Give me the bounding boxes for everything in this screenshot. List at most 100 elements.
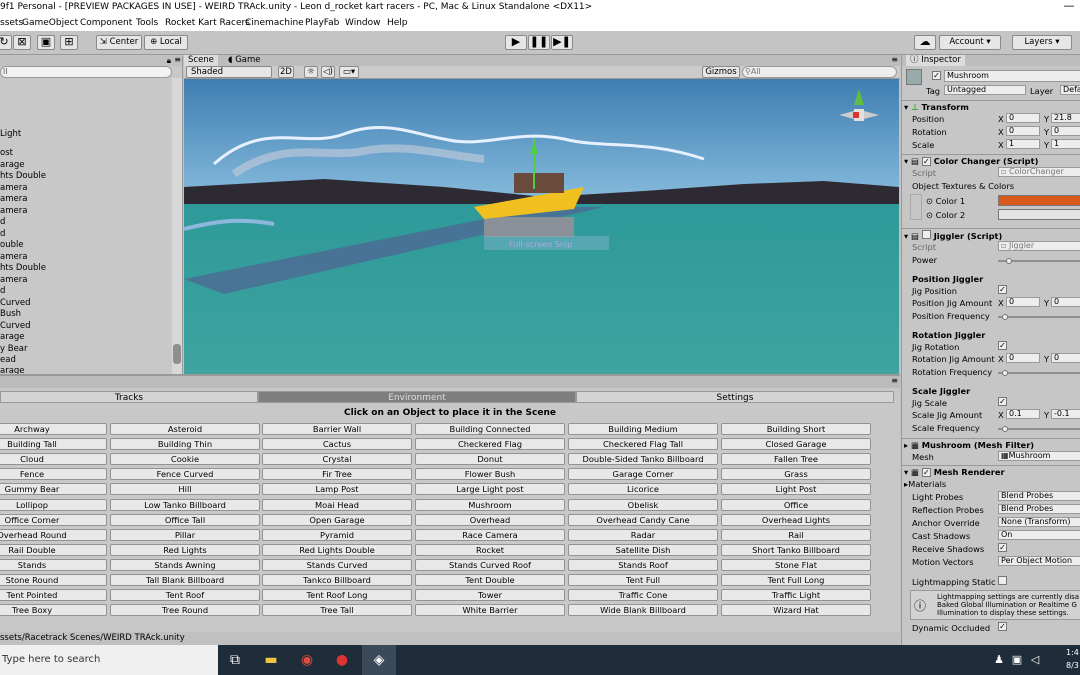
scale-tool-icon[interactable]: ⊠ xyxy=(13,35,31,50)
pivot-local-button[interactable]: ⊕ Local xyxy=(144,35,188,50)
play-button[interactable]: ▶ xyxy=(505,35,527,50)
lightmap-static-checkbox[interactable] xyxy=(998,576,1007,585)
hierarchy-item[interactable]: amera xyxy=(0,275,27,285)
rotation-y-field[interactable]: 0 xyxy=(1051,126,1080,136)
scale-x-field[interactable]: 1 xyxy=(1006,139,1040,149)
color-changer-script-field[interactable]: ▫ ColorChanger xyxy=(998,167,1080,177)
object-button[interactable]: Tent Pointed xyxy=(0,589,107,602)
menu-lines-icon[interactable]: ≡ xyxy=(174,56,181,64)
object-button[interactable]: Wizard Hat xyxy=(721,604,871,617)
layers-dropdown[interactable]: Layers ▾ xyxy=(1012,35,1072,50)
person-icon[interactable]: ♟ xyxy=(992,645,1006,675)
rotation-frequency-slider[interactable] xyxy=(998,372,1080,374)
menu-window[interactable]: Window xyxy=(345,18,381,28)
object-button[interactable]: Traffic Light xyxy=(721,589,871,602)
jiggler-enabled-checkbox[interactable] xyxy=(921,230,931,239)
speaker-icon[interactable]: ◁ xyxy=(1028,645,1042,675)
dynamic-occluded-checkbox[interactable]: ✓ xyxy=(998,622,1007,631)
hierarchy-item[interactable]: amera xyxy=(0,183,27,193)
object-button[interactable]: Double-Sided Tanko Billboard xyxy=(568,453,718,466)
color-changer-header[interactable]: ▾ ▤ ✓ Color Changer (Script) xyxy=(904,156,1038,166)
file-explorer-icon[interactable]: ▬ xyxy=(254,645,288,675)
object-button[interactable]: Rocket xyxy=(415,543,565,556)
mesh-renderer-enabled-checkbox[interactable]: ✓ xyxy=(921,468,931,477)
rotation-jig-amount-y[interactable]: 0 xyxy=(1051,353,1080,363)
object-button[interactable]: Checkered Flag xyxy=(415,438,565,451)
menu-assets[interactable]: ssets xyxy=(0,18,23,28)
menu-gameobject[interactable]: GameObject xyxy=(22,18,78,28)
object-button[interactable]: Pyramid xyxy=(262,528,412,541)
color-changer-enabled-checkbox[interactable]: ✓ xyxy=(921,157,931,166)
object-button[interactable]: Rail Double xyxy=(0,543,107,556)
object-button[interactable]: Building Short xyxy=(721,423,871,435)
object-button[interactable]: Fir Tree xyxy=(262,468,412,481)
object-button[interactable]: Fence xyxy=(0,468,107,481)
object-button[interactable]: Building Connected xyxy=(415,423,565,435)
jig-position-checkbox[interactable]: ✓ xyxy=(998,285,1007,294)
object-button[interactable]: Obelisk xyxy=(568,498,718,511)
object-button[interactable]: Cloud xyxy=(0,453,107,466)
object-button[interactable]: Fallen Tree xyxy=(721,453,871,466)
task-view-icon[interactable]: ⧉ xyxy=(218,645,252,675)
color2-swatch[interactable] xyxy=(998,209,1080,220)
lighting-toggle-icon[interactable]: ☼ xyxy=(304,66,318,78)
object-button[interactable]: Light Post xyxy=(721,483,871,496)
object-button[interactable]: Donut xyxy=(415,453,565,466)
2d-toggle[interactable]: 2D xyxy=(278,66,294,78)
object-button[interactable]: Flower Bush xyxy=(415,468,565,481)
object-button[interactable]: Stands xyxy=(0,558,107,571)
object-button[interactable]: Pillar xyxy=(110,528,260,541)
hierarchy-item[interactable]: arage xyxy=(0,160,25,170)
hierarchy-item[interactable]: ouble xyxy=(0,240,24,250)
hierarchy-scroll-thumb[interactable] xyxy=(173,344,181,364)
scene-tab-menu-icon[interactable]: ≡ xyxy=(891,55,898,64)
hierarchy-item[interactable]: Curved xyxy=(0,298,30,308)
hierarchy-item[interactable]: hts Double xyxy=(0,171,46,181)
network-icon[interactable]: ▣ xyxy=(1010,645,1024,675)
cast-shadows-dropdown[interactable]: On xyxy=(998,530,1080,540)
object-button[interactable]: Office Corner xyxy=(0,513,107,526)
scale-frequency-slider[interactable] xyxy=(998,428,1080,430)
hierarchy-item[interactable]: d xyxy=(0,229,5,239)
object-button[interactable]: Lamp Post xyxy=(262,483,412,496)
object-button[interactable]: Large Light post xyxy=(415,483,565,496)
object-button[interactable]: Tent Full xyxy=(568,574,718,586)
position-jig-amount-x[interactable]: 0 xyxy=(1006,297,1040,307)
object-button[interactable]: Garage Corner xyxy=(568,468,718,481)
anchor-override-field[interactable]: None (Transform) xyxy=(998,517,1080,527)
object-button[interactable]: Gummy Bear xyxy=(0,483,107,496)
object-button[interactable]: Tree Boxy xyxy=(0,604,107,617)
jiggler-script-field[interactable]: ▫ Jiggler xyxy=(998,241,1080,251)
object-button[interactable]: Checkered Flag Tall xyxy=(568,438,718,451)
jig-scale-checkbox[interactable]: ✓ xyxy=(998,397,1007,406)
object-button[interactable]: Lollipop xyxy=(0,498,107,511)
object-button[interactable]: Barrier Wall xyxy=(262,423,412,435)
menu-cinemachine[interactable]: Cinemachine xyxy=(245,18,304,28)
hierarchy-item[interactable]: amera xyxy=(0,206,27,216)
object-button[interactable]: Fence Curved xyxy=(110,468,260,481)
scale-y-field[interactable]: 1 xyxy=(1051,139,1080,149)
clock-time[interactable]: 1:4 xyxy=(1066,648,1079,657)
rect-tool-icon[interactable]: ▣ xyxy=(37,35,55,50)
object-button[interactable]: Archway xyxy=(0,423,107,435)
tab-settings[interactable]: Settings xyxy=(576,391,894,403)
object-button[interactable]: Building Thin xyxy=(110,438,260,451)
hierarchy-item[interactable]: y Bear xyxy=(0,344,28,354)
rotation-frequency-knob[interactable] xyxy=(1002,370,1008,376)
object-button[interactable]: Closed Garage xyxy=(721,438,871,451)
rotate-tool-icon[interactable]: ↻ xyxy=(0,35,12,50)
object-button[interactable]: Tent Roof xyxy=(110,589,260,602)
tab-inspector[interactable]: ⓘ Inspector xyxy=(906,55,965,66)
hierarchy-item[interactable]: amera xyxy=(0,194,27,204)
position-y-field[interactable]: 21.8 xyxy=(1051,113,1080,123)
mesh-filter-header[interactable]: ▸ ▦ Mushroom (Mesh Filter) xyxy=(904,440,1034,450)
scene-viewport[interactable]: Full-screen Snip xyxy=(184,79,899,374)
object-button[interactable]: Race Camera xyxy=(415,528,565,541)
scene-search-input[interactable]: ⚲All xyxy=(742,66,897,78)
panel-menu-icon[interactable]: ≡ xyxy=(891,376,898,385)
object-button[interactable]: Tree Tall xyxy=(262,604,412,617)
object-button[interactable]: Satellite Dish xyxy=(568,543,718,556)
object-button[interactable]: Hill xyxy=(110,483,260,496)
object-button[interactable]: Tent Double xyxy=(415,574,565,586)
gizmos-dropdown[interactable]: Gizmos xyxy=(702,66,740,78)
